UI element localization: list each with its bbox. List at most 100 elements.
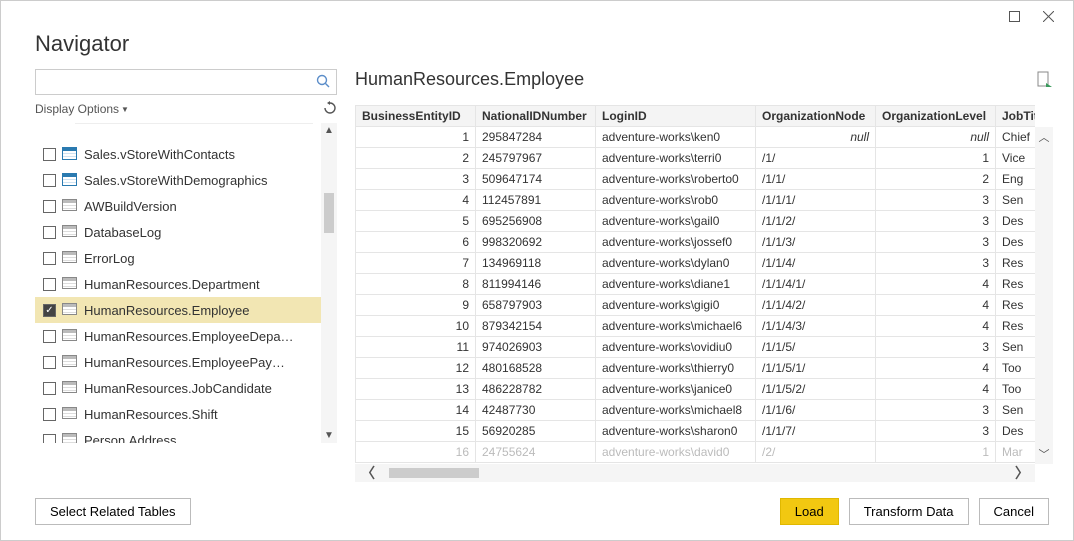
scroll-down-icon[interactable]: ﹀ bbox=[1039, 444, 1050, 464]
table-cell: 3 bbox=[356, 169, 476, 190]
table-cell: 295847284 bbox=[476, 127, 596, 148]
table-cell: 695256908 bbox=[476, 211, 596, 232]
window-close-button[interactable] bbox=[1031, 5, 1065, 27]
checkbox[interactable] bbox=[43, 148, 56, 161]
scroll-left-icon[interactable]: 〈 bbox=[355, 463, 381, 482]
table-row[interactable]: 2245797967adventure-works\terri0/1/1Vice bbox=[356, 148, 1036, 169]
scroll-up-icon[interactable]: ▲ bbox=[321, 125, 337, 136]
scroll-down-icon[interactable]: ▼ bbox=[321, 430, 337, 441]
checkbox[interactable]: ✓ bbox=[43, 304, 56, 317]
checkbox[interactable] bbox=[43, 330, 56, 343]
table-row[interactable]: 10879342154adventure-works\michael6/1/1/… bbox=[356, 316, 1036, 337]
preview-table: BusinessEntityIDNationalIDNumberLoginIDO… bbox=[355, 105, 1035, 463]
tree-item[interactable]: Person.Address bbox=[35, 427, 321, 443]
column-header[interactable]: BusinessEntityID bbox=[356, 106, 476, 127]
table-cell: 3 bbox=[876, 337, 996, 358]
table-cell: 2 bbox=[876, 169, 996, 190]
table-cell: 6 bbox=[356, 232, 476, 253]
tree-item[interactable]: Sales.vStoreWithDemographics bbox=[35, 167, 321, 193]
tree-item[interactable]: ✓HumanResources.Employee bbox=[35, 297, 321, 323]
table-cell: 4 bbox=[876, 379, 996, 400]
tree-item[interactable]: HumanResources.Shift bbox=[35, 401, 321, 427]
tree-item[interactable]: AWBuildVersion bbox=[35, 193, 321, 219]
table-cell: adventure-works\gail0 bbox=[596, 211, 756, 232]
checkbox[interactable] bbox=[43, 226, 56, 239]
table-cell: Mar bbox=[996, 442, 1036, 463]
table-row[interactable]: 1295847284adventure-works\ken0nullnullCh… bbox=[356, 127, 1036, 148]
view-icon bbox=[62, 147, 78, 161]
tree-item[interactable]: HumanResources.Department bbox=[35, 271, 321, 297]
table-cell: 12 bbox=[356, 358, 476, 379]
select-related-tables-button[interactable]: Select Related Tables bbox=[35, 498, 191, 525]
table-row[interactable]: 7134969118adventure-works\dylan0/1/1/4/3… bbox=[356, 253, 1036, 274]
tree-item-label: HumanResources.Shift bbox=[84, 407, 218, 422]
transform-data-button[interactable]: Transform Data bbox=[849, 498, 969, 525]
table-cell: 3 bbox=[876, 211, 996, 232]
window-maximize-button[interactable] bbox=[997, 5, 1031, 27]
table-icon bbox=[62, 329, 78, 343]
search-box[interactable] bbox=[35, 69, 337, 95]
export-button[interactable] bbox=[1035, 71, 1053, 92]
table-row[interactable]: 11974026903adventure-works\ovidiu0/1/1/5… bbox=[356, 337, 1036, 358]
tree-item[interactable]: DatabaseLog bbox=[35, 219, 321, 245]
table-row[interactable]: 6998320692adventure-works\jossef0/1/1/3/… bbox=[356, 232, 1036, 253]
checkbox[interactable] bbox=[43, 200, 56, 213]
table-cell: Des bbox=[996, 211, 1036, 232]
tree-scrollbar[interactable]: ▲ ▼ bbox=[321, 123, 337, 443]
scroll-thumb[interactable] bbox=[389, 468, 479, 478]
table-row[interactable]: 12480168528adventure-works\thierry0/1/1/… bbox=[356, 358, 1036, 379]
column-header[interactable]: JobTitle bbox=[996, 106, 1036, 127]
tree-item[interactable]: Sales.vStoreWithContacts bbox=[35, 141, 321, 167]
table-row[interactable]: 4112457891adventure-works\rob0/1/1/1/3Se… bbox=[356, 190, 1036, 211]
table-row[interactable]: 5695256908adventure-works\gail0/1/1/2/3D… bbox=[356, 211, 1036, 232]
table-cell: /1/1/5/1/ bbox=[756, 358, 876, 379]
checkbox[interactable] bbox=[43, 174, 56, 187]
checkbox[interactable] bbox=[43, 382, 56, 395]
grid-horizontal-scrollbar[interactable]: 〈 〉 bbox=[355, 464, 1035, 482]
tree-item[interactable]: HumanResources.EmployeePayHistory bbox=[35, 349, 321, 375]
search-icon[interactable] bbox=[316, 74, 330, 91]
table-row[interactable]: 8811994146adventure-works\diane1/1/1/4/1… bbox=[356, 274, 1036, 295]
display-options-dropdown[interactable]: Display Options ▼ bbox=[35, 102, 129, 116]
table-cell: 4 bbox=[876, 316, 996, 337]
tree-item-label: HumanResources.Department bbox=[84, 277, 260, 292]
scroll-up-icon[interactable]: ︿ bbox=[1039, 127, 1050, 147]
table-row[interactable]: 1442487730adventure-works\michael8/1/1/6… bbox=[356, 400, 1036, 421]
column-header[interactable]: OrganizationLevel bbox=[876, 106, 996, 127]
search-input[interactable] bbox=[42, 75, 316, 90]
tree-item[interactable]: HumanResources.EmployeeDepartmen... bbox=[35, 323, 321, 349]
table-row[interactable]: 1556920285adventure-works\sharon0/1/1/7/… bbox=[356, 421, 1036, 442]
scroll-right-icon[interactable]: 〉 bbox=[1009, 463, 1035, 482]
checkbox[interactable] bbox=[43, 252, 56, 265]
table-cell: Res bbox=[996, 274, 1036, 295]
checkbox[interactable] bbox=[43, 278, 56, 291]
column-header[interactable]: OrganizationNode bbox=[756, 106, 876, 127]
table-icon bbox=[62, 355, 78, 369]
checkbox[interactable] bbox=[43, 408, 56, 421]
tree-item[interactable]: ErrorLog bbox=[35, 245, 321, 271]
table-cell: 112457891 bbox=[476, 190, 596, 211]
table-cell: 4 bbox=[876, 274, 996, 295]
tree-item[interactable]: HumanResources.JobCandidate bbox=[35, 375, 321, 401]
cancel-button[interactable]: Cancel bbox=[979, 498, 1049, 525]
table-cell: 42487730 bbox=[476, 400, 596, 421]
checkbox[interactable] bbox=[43, 434, 56, 444]
table-row[interactable]: 13486228782adventure-works\janice0/1/1/5… bbox=[356, 379, 1036, 400]
table-row[interactable]: 9658797903adventure-works\gigi0/1/1/4/2/… bbox=[356, 295, 1036, 316]
checkbox[interactable] bbox=[43, 356, 56, 369]
load-button[interactable]: Load bbox=[780, 498, 839, 525]
grid-vertical-scrollbar[interactable]: ︿ ﹀ bbox=[1035, 127, 1053, 464]
column-header[interactable]: LoginID bbox=[596, 106, 756, 127]
maximize-icon bbox=[1009, 11, 1020, 22]
table-cell: /1/1/ bbox=[756, 169, 876, 190]
preview-panel: HumanResources.Employee BusinessEntityID… bbox=[355, 69, 1053, 482]
tree-item-label: Sales.vStoreWithDemographics bbox=[84, 173, 268, 188]
table-row[interactable]: 1624755624adventure-works\david0/2/1Mar bbox=[356, 442, 1036, 463]
refresh-button[interactable] bbox=[323, 101, 337, 118]
table-icon bbox=[62, 225, 78, 239]
scroll-thumb[interactable] bbox=[324, 193, 334, 233]
column-header[interactable]: NationalIDNumber bbox=[476, 106, 596, 127]
table-cell: /1/1/5/ bbox=[756, 337, 876, 358]
table-cell: null bbox=[756, 127, 876, 148]
table-row[interactable]: 3509647174adventure-works\roberto0/1/1/2… bbox=[356, 169, 1036, 190]
